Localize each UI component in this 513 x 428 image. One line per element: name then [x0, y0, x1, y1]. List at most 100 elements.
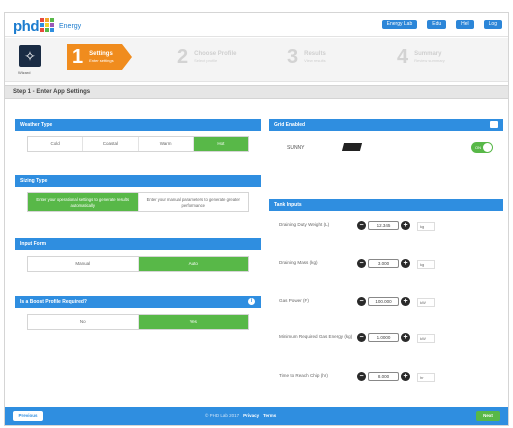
- boost-option-yes[interactable]: Yes: [138, 315, 248, 329]
- logo-subtitle: Energy: [59, 22, 82, 30]
- grid-enabled-title: Grid Enabled: [274, 122, 306, 128]
- tank-inputs-title: Tank Inputs: [274, 202, 302, 208]
- numeric-input[interactable]: 1.0000: [368, 333, 399, 342]
- grid-toggle[interactable]: ON: [471, 142, 493, 153]
- terms-link[interactable]: Terms: [263, 413, 276, 418]
- step-3-results[interactable]: 3 Results View results: [287, 44, 326, 70]
- sizing-option-auto[interactable]: Enter your operational settings to gener…: [28, 193, 139, 211]
- logo-square: [40, 28, 44, 32]
- logo-text: phd: [13, 17, 40, 35]
- toggle-knob: [483, 143, 492, 152]
- logo-square: [45, 28, 49, 32]
- step-subtitle: Enter settings: [89, 58, 114, 63]
- wizard-label: Wizard: [18, 70, 31, 75]
- unit-select[interactable]: hr: [417, 373, 435, 382]
- app-window: phd Energy Energy Lab Edu Hel Log ✧ Wiza…: [4, 12, 509, 426]
- weather-option-cold[interactable]: Cold: [28, 137, 84, 151]
- weather-option-warm[interactable]: Warm: [139, 137, 194, 151]
- input-form-title: Input Form: [20, 241, 47, 247]
- logo[interactable]: phd Energy: [13, 17, 82, 35]
- boost-profile-title: Is a Boost Profile Required?: [20, 299, 87, 305]
- tank-input-row: Time to Reach Chip (hr) − 8.000 + hr: [273, 369, 503, 391]
- plus-icon[interactable]: +: [401, 259, 410, 268]
- input-form-selector: Manual Auto: [27, 256, 249, 272]
- unit-select[interactable]: kg: [417, 260, 435, 269]
- grid-system-row: SUNNY ON: [273, 137, 503, 159]
- wizard-wand-icon[interactable]: ✧: [19, 45, 41, 67]
- input-option-auto[interactable]: Auto: [138, 257, 248, 271]
- boost-profile-header: Is a Boost Profile Required? i: [15, 296, 261, 308]
- step-title: Settings: [89, 51, 113, 57]
- step-subtitle: Select profile: [194, 58, 218, 63]
- step-subtitle: View results: [304, 58, 326, 63]
- minus-icon[interactable]: −: [357, 333, 366, 342]
- top-link-login[interactable]: Log: [483, 20, 502, 29]
- previous-button[interactable]: Previous: [13, 411, 43, 421]
- toggle-label: ON: [475, 145, 481, 150]
- step-1-settings[interactable]: 1 Settings Enter settings: [67, 44, 132, 70]
- plus-icon[interactable]: +: [401, 297, 410, 306]
- sizing-type-selector: Enter your operational settings to gener…: [27, 192, 249, 212]
- logo-square: [50, 23, 54, 27]
- minus-icon[interactable]: −: [357, 372, 366, 381]
- inverter-device-icon: [341, 143, 363, 151]
- weather-type-selector: Cold Coastal Warm Hot: [27, 136, 249, 152]
- copyright-text: © PHD Lab 2017: [205, 413, 240, 418]
- step-title: Results: [304, 51, 326, 57]
- numeric-input[interactable]: 8.000: [368, 372, 399, 381]
- plus-icon[interactable]: +: [401, 372, 410, 381]
- tank-inputs-header: Tank Inputs: [269, 199, 503, 211]
- weather-option-coastal[interactable]: Coastal: [83, 137, 139, 151]
- minus-icon[interactable]: −: [357, 297, 366, 306]
- unit-select[interactable]: kW: [417, 334, 435, 343]
- info-icon[interactable]: i: [248, 298, 255, 305]
- top-link-energy-lab[interactable]: Energy Lab: [381, 20, 418, 29]
- minus-icon[interactable]: −: [357, 221, 366, 230]
- privacy-link[interactable]: Privacy: [243, 413, 259, 418]
- tank-input-row: Gas Power (F) − 100.000 + kW: [273, 294, 503, 316]
- top-link-edu[interactable]: Edu: [427, 20, 447, 29]
- step-title: Summary: [414, 51, 442, 57]
- input-label: Draining Duty Weight (L): [279, 222, 330, 227]
- numeric-input[interactable]: 100.000: [368, 297, 399, 306]
- weather-type-title: Weather Type: [20, 122, 53, 128]
- step-subtitle: Review summary: [414, 58, 445, 63]
- input-label: Time to Reach Chip (hr): [279, 373, 328, 378]
- logo-squares-icon: [40, 18, 54, 32]
- weather-option-hot[interactable]: Hot: [193, 137, 248, 151]
- footer-bar: Previous © PHD Lab 2017 Privacy Terms Ne…: [5, 407, 508, 425]
- step-4-summary[interactable]: 4 Summary Review summary: [397, 44, 445, 70]
- sizing-type-title: Sizing Type: [20, 178, 48, 184]
- tank-input-row: Draining Duty Weight (L) − 12.345 + kg: [273, 218, 503, 240]
- boost-option-no[interactable]: No: [28, 315, 139, 329]
- grid-enabled-header: Grid Enabled: [269, 119, 503, 131]
- step-2-profile[interactable]: 2 Choose Profile Select profile: [177, 44, 236, 70]
- weather-type-header: Weather Type: [15, 119, 261, 131]
- footer-links: © PHD Lab 2017 Privacy Terms: [205, 413, 276, 418]
- input-option-manual[interactable]: Manual: [28, 257, 139, 271]
- unit-select[interactable]: kg: [417, 222, 435, 231]
- unit-select[interactable]: kW: [417, 298, 435, 307]
- system-name: SUNNY: [287, 145, 305, 151]
- step-title: Choose Profile: [194, 51, 237, 57]
- logo-square: [50, 18, 54, 22]
- input-form-header: Input Form: [15, 238, 261, 250]
- plus-icon[interactable]: +: [401, 333, 410, 342]
- sizing-type-header: Sizing Type: [15, 175, 261, 187]
- sizing-option-manual[interactable]: Enter your manual parameters to generate…: [139, 193, 249, 211]
- step-number: 2: [177, 46, 189, 68]
- top-nav: Energy Lab Edu Hel Log: [381, 20, 502, 29]
- next-button[interactable]: Next: [476, 411, 500, 421]
- expand-icon[interactable]: [490, 121, 498, 128]
- tank-input-row: Minimum Required Gas Energy (kg) − 1.000…: [273, 330, 503, 352]
- logo-square: [45, 18, 49, 22]
- logo-square: [40, 18, 44, 22]
- step-number: 3: [287, 46, 299, 68]
- numeric-input[interactable]: 12.345: [368, 221, 399, 230]
- minus-icon[interactable]: −: [357, 259, 366, 268]
- logo-square: [50, 28, 54, 32]
- numeric-input[interactable]: 3.000: [368, 259, 399, 268]
- plus-icon[interactable]: +: [401, 221, 410, 230]
- logo-square: [40, 23, 44, 27]
- top-link-help[interactable]: Hel: [456, 20, 474, 29]
